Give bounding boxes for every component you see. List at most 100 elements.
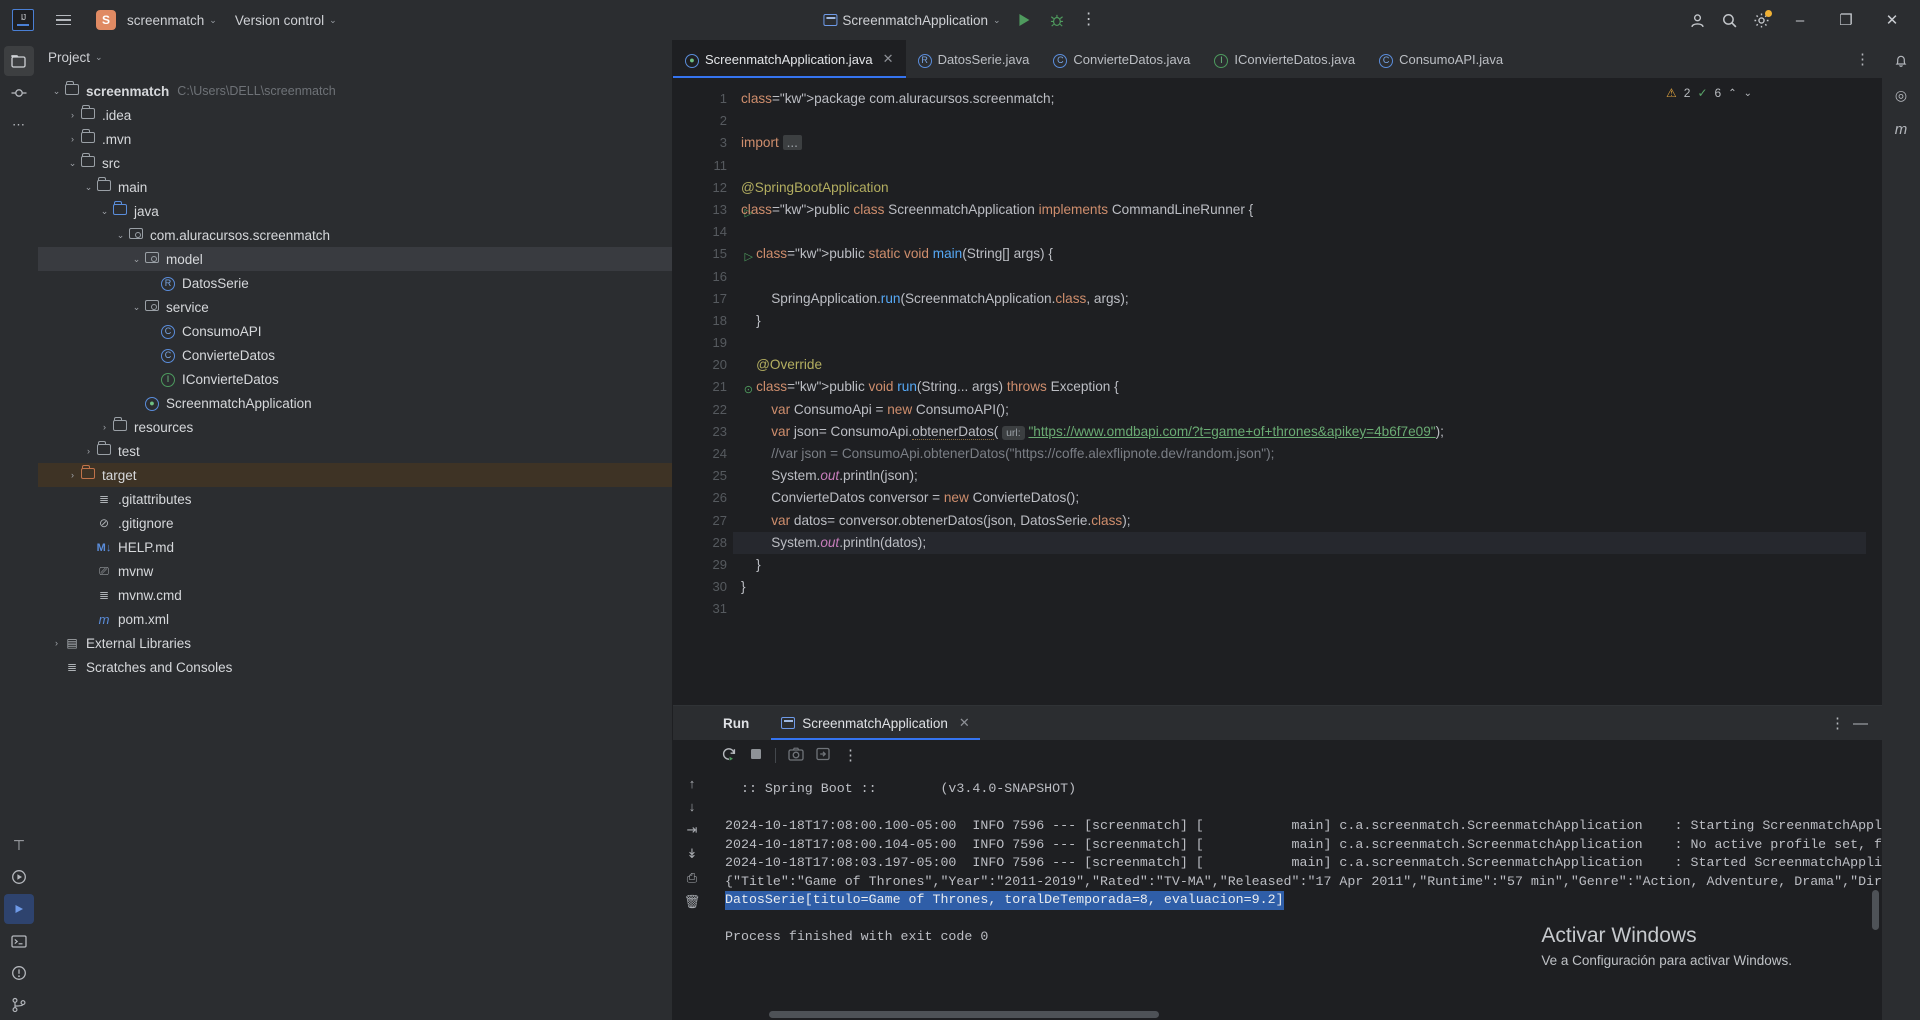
tree-item-com-aluracursos-screenmatch[interactable]: ⌄ com.aluracursos.screenmatch xyxy=(38,223,672,247)
code-line-24[interactable]: //var json = ConsumoApi.obtenerDatos("ht… xyxy=(733,443,1882,465)
tree-expand-arrow[interactable]: ⌄ xyxy=(66,158,79,169)
rail-more-button[interactable]: ⋯ xyxy=(4,110,34,140)
tree-item-mvnw[interactable]: ⎚ mvnw xyxy=(38,559,672,583)
tree-item-java[interactable]: ⌄ java xyxy=(38,199,672,223)
tree-item-resources[interactable]: › resources xyxy=(38,415,672,439)
scroll-to-end-button[interactable]: ↡ xyxy=(687,846,698,862)
console-vertical-scrollbar[interactable] xyxy=(1872,890,1879,930)
account-button[interactable] xyxy=(1682,5,1712,35)
tree-item-conviertedatos[interactable]: C ConvierteDatos xyxy=(38,343,672,367)
rail-structure-button[interactable]: ⊤ xyxy=(4,830,34,860)
tree-expand-arrow[interactable]: › xyxy=(82,446,95,456)
more-vertical-icon[interactable]: ⋮ xyxy=(1830,714,1845,732)
tree-expand-arrow[interactable]: › xyxy=(66,134,79,144)
tree-expand-arrow[interactable]: › xyxy=(66,470,79,480)
rail-terminal-button[interactable] xyxy=(4,926,34,956)
tree-item-src[interactable]: ⌄ src xyxy=(38,151,672,175)
code-line-18[interactable]: } xyxy=(733,310,1882,332)
code-line-13[interactable]: class="kw">public class ScreenmatchAppli… xyxy=(733,199,1882,221)
tree-item-screenmatchapplication[interactable]: ● ScreenmatchApplication xyxy=(38,391,672,415)
code-line-21[interactable]: class="kw">public void run(String... arg… xyxy=(733,376,1882,398)
more-actions-button[interactable]: ⋮ xyxy=(1074,5,1104,35)
tree-expand-arrow[interactable]: ⌄ xyxy=(50,86,63,97)
tree-expand-arrow[interactable]: ⌄ xyxy=(130,302,143,313)
search-button[interactable] xyxy=(1714,5,1744,35)
tree-item-pom-xml[interactable]: m pom.xml xyxy=(38,607,672,631)
notifications-button[interactable] xyxy=(1886,46,1916,76)
editor-code[interactable]: class="kw">package com.aluracursos.scree… xyxy=(733,78,1882,705)
editor-area[interactable]: 1 2 3 11 12 13 ▷ 14 15 ▷ 16 17 18 19 20 21 ⊙ 22 23 24 25 26 27… xyxy=(673,78,1882,705)
tree-item-external-libraries[interactable]: › ▤ External Libraries xyxy=(38,631,672,655)
tree-item-iconviertedatos[interactable]: I IConvierteDatos xyxy=(38,367,672,391)
close-icon[interactable]: ✕ xyxy=(883,51,894,67)
rail-problems-button[interactable] xyxy=(4,958,34,988)
code-line-29[interactable]: } xyxy=(733,554,1882,576)
tree-item-model[interactable]: ⌄ model xyxy=(38,247,672,271)
rail-project-button[interactable] xyxy=(4,46,34,76)
code-line-16[interactable] xyxy=(733,266,1882,288)
inspection-widget[interactable]: ⚠ 2 ✓ 6 ⌃ ⌄ xyxy=(1666,86,1752,100)
editor-tab-iconviertedatos-java[interactable]: I IConvierteDatos.java xyxy=(1202,40,1367,78)
tree-expand-arrow[interactable]: ⌄ xyxy=(82,182,95,193)
tree-expand-arrow[interactable]: ⌄ xyxy=(98,206,111,217)
tree-item-consumoapi[interactable]: C ConsumoAPI xyxy=(38,319,672,343)
rail-commit-button[interactable] xyxy=(4,78,34,108)
rail-run-button[interactable] xyxy=(4,862,34,892)
tree-item-datosserie[interactable]: R DatosSerie xyxy=(38,271,672,295)
run-toolbar-more-button[interactable]: ⋮ xyxy=(843,746,858,764)
code-line-27[interactable]: var datos= conversor.obtenerDatos(json, … xyxy=(733,510,1882,532)
editor-error-stripe[interactable] xyxy=(1866,78,1882,705)
code-line-19[interactable] xyxy=(733,332,1882,354)
tree-expand-arrow[interactable]: ⌄ xyxy=(130,254,143,265)
minimize-button[interactable]: – xyxy=(1778,0,1822,40)
run-configuration-selector[interactable]: ScreenmatchApplication ⌄ xyxy=(816,9,1007,32)
code-line-2[interactable] xyxy=(733,110,1882,132)
settings-button[interactable] xyxy=(1746,5,1776,35)
close-button[interactable]: ✕ xyxy=(1870,0,1914,40)
tree-item-scratches-and-consoles[interactable]: ≣ Scratches and Consoles xyxy=(38,655,672,679)
chevron-down-icon[interactable]: ⌄ xyxy=(1744,88,1752,99)
editor-gutter[interactable]: 1 2 3 11 12 13 ▷ 14 15 ▷ 16 17 18 19 20 21 ⊙ 22 23 24 25 26 27… xyxy=(673,78,767,705)
tree-expand-arrow[interactable]: ⌄ xyxy=(114,230,127,241)
code-line-15[interactable]: class="kw">public static void main(Strin… xyxy=(733,243,1882,265)
project-panel-header[interactable]: Project ⌄ xyxy=(38,40,672,74)
code-line-17[interactable]: SpringApplication.run(ScreenmatchApplica… xyxy=(733,288,1882,310)
export-button[interactable] xyxy=(816,747,831,764)
code-line-22[interactable]: var ConsumoApi = new ConsumoAPI(); xyxy=(733,399,1882,421)
project-tree[interactable]: ⌄ screenmatch C:\Users\DELL\screenmatch › .i… xyxy=(38,74,672,1020)
editor-tab-conviertedatos-java[interactable]: C ConvierteDatos.java xyxy=(1041,40,1202,78)
code-line-20[interactable]: @Override xyxy=(733,354,1882,376)
code-line-28[interactable]: System.out.println(datos); xyxy=(733,531,1882,554)
maximize-button[interactable]: ❐ xyxy=(1824,0,1868,40)
debug-button[interactable] xyxy=(1042,5,1072,35)
tree-item-test[interactable]: › test xyxy=(38,439,672,463)
fold-placeholder[interactable]: ... xyxy=(782,135,802,151)
code-line-30[interactable]: } xyxy=(733,576,1882,598)
code-line-25[interactable]: System.out.println(json); xyxy=(733,465,1882,487)
editor-tab-consumoapi-java[interactable]: C ConsumoAPI.java xyxy=(1367,40,1515,78)
soft-wrap-button[interactable]: ⇥ xyxy=(687,822,698,838)
scroll-up-button[interactable]: ↑ xyxy=(689,776,696,791)
tree-item--gitignore[interactable]: ⊘ .gitignore xyxy=(38,511,672,535)
print-button[interactable]: ⎙ xyxy=(687,870,697,886)
tree-item-mvnw-cmd[interactable]: ≣ mvnw.cmd xyxy=(38,583,672,607)
tree-item-help-md[interactable]: M↓ HELP.md xyxy=(38,535,672,559)
run-session-tab[interactable]: ScreenmatchApplication ✕ xyxy=(771,706,980,740)
tree-expand-arrow[interactable]: › xyxy=(98,422,111,432)
maven-button[interactable]: m xyxy=(1886,114,1916,144)
editor-tabs-options-button[interactable]: ⋮ xyxy=(1843,40,1882,78)
tree-item--mvn[interactable]: › .mvn xyxy=(38,127,672,151)
code-line-12[interactable]: @SpringBootApplication xyxy=(733,177,1882,199)
tree-item-target[interactable]: › target xyxy=(38,463,672,487)
tree-item-screenmatch[interactable]: ⌄ screenmatch C:\Users\DELL\screenmatch xyxy=(38,79,672,103)
tree-expand-arrow[interactable]: › xyxy=(50,638,63,648)
run-button[interactable] xyxy=(1010,5,1040,35)
code-line-26[interactable]: ConvierteDatos conversor = new Convierte… xyxy=(733,487,1882,509)
tree-item-main[interactable]: ⌄ main xyxy=(38,175,672,199)
code-line-31[interactable] xyxy=(733,598,1882,620)
editor-tab-datosserie-java[interactable]: R DatosSerie.java xyxy=(906,40,1042,78)
rail-debug-button[interactable] xyxy=(4,894,34,924)
console-output[interactable]: :: Spring Boot :: (v3.4.0-SNAPSHOT) 2024… xyxy=(711,770,1882,1020)
console-horizontal-scrollbar[interactable] xyxy=(769,1011,1159,1018)
editor-tab-screenmatchapplication-java[interactable]: ● ScreenmatchApplication.java ✕ xyxy=(673,40,906,78)
